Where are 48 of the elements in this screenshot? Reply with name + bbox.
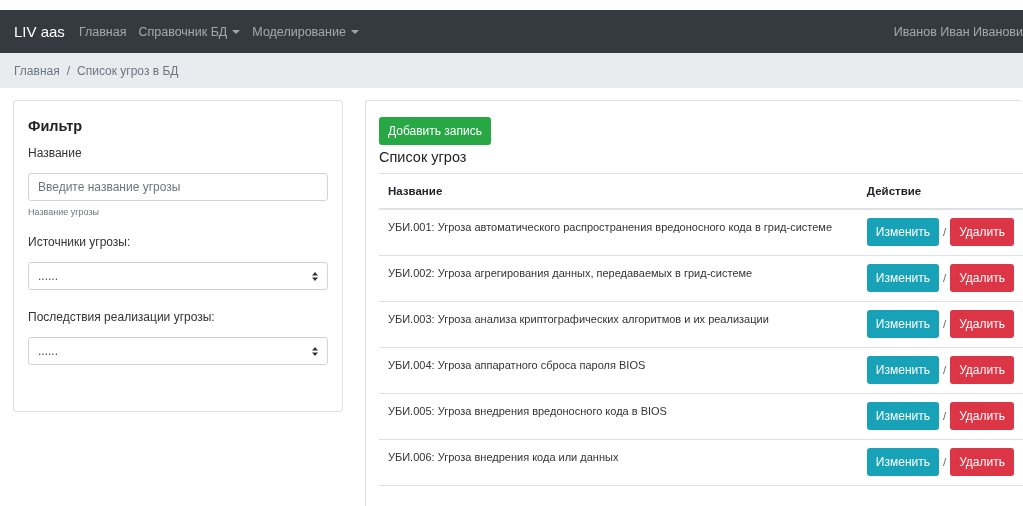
action-separator: / [942,456,947,468]
sort-icon [312,271,318,281]
field-label: Источники угрозы: [28,235,132,249]
table-cell: УБИ.005: Угроза внедрения вредоносного кода в BIOS [379,393,858,439]
delete-button[interactable]: Удалить [950,310,1014,338]
table-cell: УБИ.004: Угроза аппаратного сброса пароля BIOS [379,347,858,393]
delete-button[interactable]: Удалить [950,264,1014,292]
column-header: Название [379,173,858,209]
breadcrumb-separator: / [66,63,71,78]
action-separator: / [942,318,947,330]
edit-button[interactable]: Изменить [866,356,939,384]
edit-button[interactable]: Изменить [866,264,939,292]
list-title: Список угроз [379,149,468,165]
action-separator: / [942,364,947,376]
field-label: Последствия реализации угрозы: [28,310,216,324]
sort-icon [312,346,318,356]
caret-icon [232,29,241,34]
breadcrumb-item: Список угроз в БД [77,63,179,78]
field-label: Название [28,146,83,160]
table-cell: УБИ.003: Угроза анализа криптографических алгоритмов и их реализации [379,301,858,347]
name-input[interactable]: Введите название угрозы [28,173,328,201]
column-header: Действие [857,173,1023,209]
nav-link[interactable]: Справочник БД [138,24,241,39]
delete-button[interactable]: Удалить [950,448,1014,476]
add-record-button[interactable]: Добавить запись [379,117,491,145]
nav-link[interactable]: Главная [78,24,127,39]
edit-button[interactable]: Изменить [866,448,939,476]
user-name[interactable]: Иванов Иван Иванови [893,24,1023,39]
table-cell: УБИ.006: Угроза внедрения кода или данных [379,439,858,485]
help-text: Название угрозы [28,207,100,217]
action-separator: / [942,226,947,239]
delete-button[interactable]: Удалить [950,356,1014,384]
delete-button[interactable]: Удалить [950,402,1014,430]
filter-title: Фильтр [28,118,84,134]
select-field[interactable]: ...... [28,262,328,290]
breadcrumb-item[interactable]: Главная [14,63,60,78]
edit-button[interactable]: Изменить [866,310,939,338]
select-field[interactable]: ...... [28,337,328,365]
action-separator: / [942,272,947,284]
nav-link[interactable]: Моделирование [252,24,359,39]
brand-logo[interactable]: LIV aas [14,23,65,40]
table-cell: УБИ.001: Угроза автоматического распространения вредоносного кода в грид-системе [379,209,858,255]
caret-icon [350,29,359,34]
action-separator: / [942,410,947,422]
edit-button[interactable]: Изменить [866,218,939,247]
edit-button[interactable]: Изменить [866,402,939,430]
table-cell: УБИ.002: Угроза агрегирования данных, передаваемых в грид-системе [379,255,858,301]
delete-button[interactable]: Удалить [950,218,1014,247]
